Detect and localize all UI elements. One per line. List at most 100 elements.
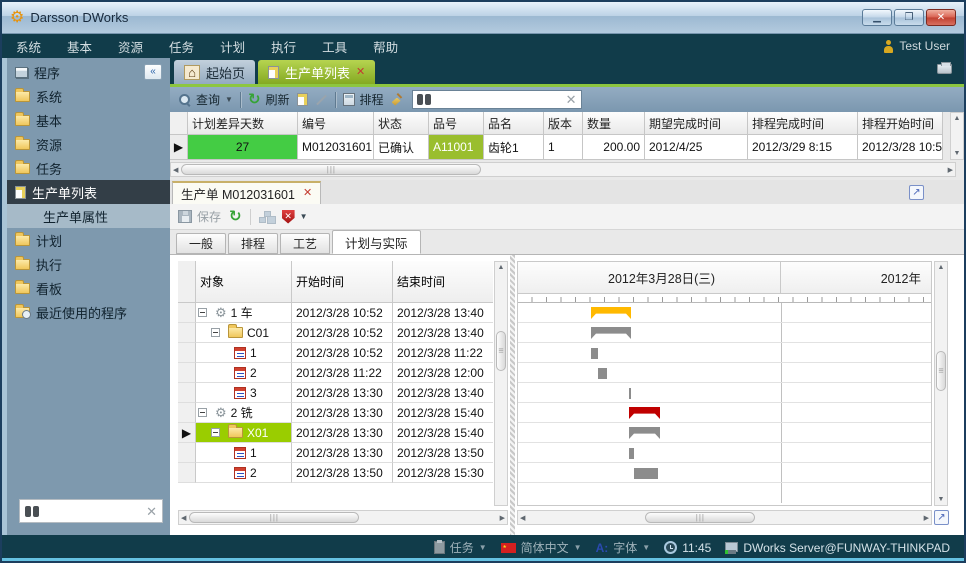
tree-header-0[interactable]: 对象 <box>196 261 292 303</box>
tree-object-label[interactable]: ⚙1 车 <box>196 303 291 322</box>
list-search-input[interactable] <box>435 92 562 107</box>
close-icon[interactable]: ✕ <box>303 188 312 199</box>
gantt-horizontal-scrollbar[interactable]: ◀ ▶ <box>517 510 932 525</box>
grid-row[interactable]: ▶27M012031601已确认A11001齿轮11200.002012/4/2… <box>170 135 956 160</box>
grid-header-2[interactable]: 状态 <box>374 112 429 135</box>
save-button[interactable]: 保存 <box>178 208 221 225</box>
grid-header-3[interactable]: 品号 <box>429 112 484 135</box>
schedule-button[interactable]: 排程 <box>343 91 384 108</box>
tab-close-icon[interactable]: ✕ <box>356 67 365 78</box>
scrollbar-thumb[interactable] <box>645 512 755 523</box>
grid-header-1[interactable]: 编号 <box>298 112 374 135</box>
sidebar-item-6[interactable]: 计划 <box>7 228 170 252</box>
tree-row-8[interactable]: 22012/3/28 13:502012/3/28 15:30 <box>178 463 500 483</box>
tree-row-1[interactable]: C012012/3/28 10:522012/3/28 13:40 <box>178 323 500 343</box>
scroll-up-icon[interactable]: ▲ <box>498 264 505 271</box>
scroll-left-icon[interactable]: ◀ <box>173 166 178 174</box>
tab-1[interactable]: 生产单列表✕ <box>258 60 375 84</box>
sidebar-search-input[interactable] <box>43 504 142 518</box>
gantt-bar-8[interactable] <box>634 468 658 479</box>
menu-item-4[interactable]: 计划 <box>220 37 245 56</box>
detail-tab-order[interactable]: 生产单 M012031601 ✕ <box>172 181 321 204</box>
tree-object-label[interactable]: 1 <box>196 343 291 362</box>
collapse-minus-icon[interactable] <box>198 408 207 417</box>
refresh-button[interactable]: ↻ 刷新 <box>248 91 290 108</box>
collapse-minus-icon[interactable] <box>198 308 207 317</box>
tree-vertical-scrollbar[interactable]: ▲ <box>494 261 508 506</box>
gantt-bar-0[interactable] <box>591 307 631 319</box>
detail-refresh-button[interactable]: ↻ <box>229 209 242 224</box>
menu-item-5[interactable]: 执行 <box>271 37 296 56</box>
subtab-0[interactable]: 一般 <box>176 233 226 254</box>
restore-button[interactable]: ❐ <box>894 9 924 26</box>
tree-row-0[interactable]: ⚙1 车2012/3/28 10:522012/3/28 13:40 <box>178 303 500 323</box>
sidebar-header-programs[interactable]: 程序 « <box>7 60 170 84</box>
cancel-confirm-button[interactable]: ✕ ▼ <box>282 210 308 224</box>
sidebar-item-2[interactable]: 资源 <box>7 132 170 156</box>
scrollbar-thumb[interactable] <box>189 512 359 523</box>
tree-object-label[interactable]: 2 <box>196 463 291 482</box>
menu-item-3[interactable]: 任务 <box>169 37 194 56</box>
gantt-vertical-scrollbar[interactable]: ▲ ▼ <box>934 261 948 506</box>
printer-icon[interactable] <box>937 64 952 74</box>
list-search-clear-icon[interactable]: ✕ <box>566 93 577 106</box>
new-button[interactable] <box>297 93 308 106</box>
tree-object-label[interactable]: ⚙2 铣 <box>196 403 291 422</box>
gantt-bar-3[interactable] <box>598 368 607 379</box>
tree-object-label[interactable]: X01 <box>196 423 291 442</box>
status-item-2[interactable]: A:字体▼ <box>596 539 651 556</box>
tree-row-7[interactable]: 12012/3/28 13:302012/3/28 13:50 <box>178 443 500 463</box>
scrollbar-thumb[interactable] <box>936 351 946 391</box>
sidebar-search-clear-icon[interactable]: ✕ <box>146 505 157 518</box>
scroll-right-icon[interactable]: ▶ <box>924 514 929 522</box>
popout-icon[interactable]: ↗ <box>909 185 924 200</box>
tree-row-5[interactable]: ⚙2 铣2012/3/28 13:302012/3/28 15:40 <box>178 403 500 423</box>
query-button[interactable]: 查询 ▼ <box>178 91 233 108</box>
collapse-minus-icon[interactable] <box>211 428 220 437</box>
tree-object-label[interactable]: 1 <box>196 443 291 462</box>
sidebar-item-0[interactable]: 系统 <box>7 84 170 108</box>
tree-row-3[interactable]: 22012/3/28 11:222012/3/28 12:00 <box>178 363 500 383</box>
menu-item-0[interactable]: 系统 <box>16 37 41 56</box>
status-item-1[interactable]: 简体中文▼ <box>501 539 582 556</box>
sidebar-item-1[interactable]: 基本 <box>7 108 170 132</box>
minimize-button[interactable]: ▁ <box>862 9 892 26</box>
scroll-right-icon[interactable]: ▶ <box>948 166 953 174</box>
sidebar-item-4[interactable]: 生产单列表 <box>7 180 170 204</box>
tab-0[interactable]: ⌂起始页 <box>174 60 255 84</box>
hierarchy-icon[interactable] <box>259 211 274 223</box>
tree-row-6[interactable]: ▶X012012/3/28 13:302012/3/28 15:40 <box>178 423 500 443</box>
grid-vertical-scrollbar[interactable]: ▲ ▼ <box>950 112 964 160</box>
menu-item-6[interactable]: 工具 <box>322 37 347 56</box>
tree-object-label[interactable]: 2 <box>196 363 291 382</box>
tree-header-2[interactable]: 结束时间 <box>393 261 493 303</box>
collapse-minus-icon[interactable] <box>211 328 220 337</box>
tree-object-label[interactable]: C01 <box>196 323 291 342</box>
grid-header-4[interactable]: 品名 <box>484 112 544 135</box>
grid-header-5[interactable]: 版本 <box>544 112 583 135</box>
menu-item-1[interactable]: 基本 <box>67 37 92 56</box>
menu-item-7[interactable]: 帮助 <box>373 37 398 56</box>
tree-horizontal-scrollbar[interactable]: ◀ ▶ <box>178 510 508 525</box>
scrollbar-thumb[interactable] <box>496 331 506 371</box>
tree-object-label[interactable]: 3 <box>196 383 291 402</box>
panel-splitter[interactable] <box>510 255 515 536</box>
close-button[interactable]: ✕ <box>926 9 956 26</box>
grid-header-7[interactable]: 期望完成时间 <box>645 112 748 135</box>
scroll-left-icon[interactable]: ◀ <box>520 514 525 522</box>
clean-button[interactable] <box>391 93 405 107</box>
sidebar-item-3[interactable]: 任务 <box>7 156 170 180</box>
menu-item-2[interactable]: 资源 <box>118 37 143 56</box>
sidebar-item-8[interactable]: 看板 <box>7 276 170 300</box>
user-indicator[interactable]: Test User <box>883 39 950 53</box>
scroll-down-icon[interactable]: ▼ <box>954 150 961 157</box>
scroll-left-icon[interactable]: ◀ <box>181 514 186 522</box>
grid-horizontal-scrollbar[interactable]: ◀ ▶ <box>170 162 956 177</box>
scrollbar-thumb[interactable] <box>181 164 481 175</box>
status-item-0[interactable]: 任务▼ <box>434 539 487 556</box>
gantt-bar-5[interactable] <box>629 407 660 419</box>
edit-button[interactable] <box>315 99 328 101</box>
sidebar-item-5[interactable]: 生产单属性 <box>7 204 170 228</box>
gantt-bar-2[interactable] <box>591 348 598 359</box>
tree-row-4[interactable]: 32012/3/28 13:302012/3/28 13:40 <box>178 383 500 403</box>
